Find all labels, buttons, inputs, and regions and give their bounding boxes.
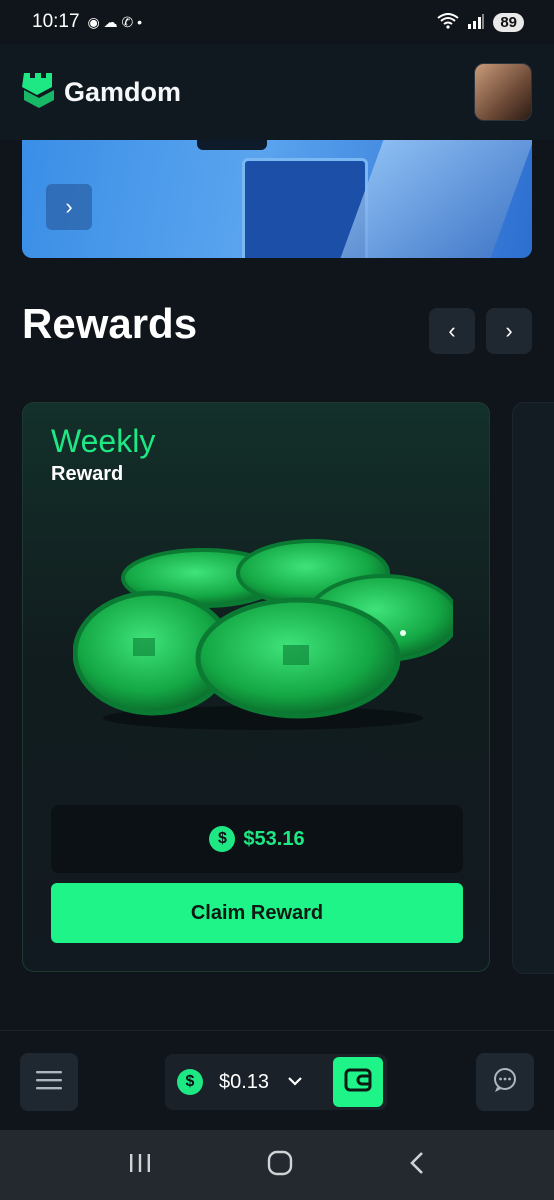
brand-name: Gamdom [64,76,182,107]
reward-amount-box: $ $53.16 [51,805,463,873]
brand[interactable]: Gamdom [22,71,181,114]
reward-subtitle: Reward [51,463,124,485]
wallet-icon [344,1067,372,1098]
chat-button[interactable] [476,1053,534,1111]
claim-reward-button[interactable]: Claim Reward [51,883,463,943]
chat-bubble-icon [492,1067,518,1098]
weekly-reward-card: Weekly Reward $ $53.16 Claim Reward [22,402,490,972]
chevron-down-icon[interactable] [287,1073,303,1091]
rewards-prev-button[interactable]: ‹ [429,308,475,354]
hamburger-icon [36,1070,62,1095]
dollar-icon: $ [177,1069,203,1095]
dollar-icon: $ [209,826,236,852]
next-reward-card-peek[interactable] [512,402,554,974]
coins-illustration [73,539,453,730]
signal-icon [467,13,485,32]
reward-period: Weekly [51,423,156,459]
promo-banner[interactable]: › [22,140,532,258]
notification-icons: ◉ ☁ ✆ • [87,13,143,30]
chevron-right-icon: › [65,194,73,219]
back-icon[interactable] [408,1151,426,1180]
bottom-bar: $ $0.13 [0,1030,554,1131]
avatar[interactable] [474,63,532,121]
status-right: 89 [437,12,524,32]
android-nav-bar [0,1130,554,1200]
chevron-left-icon: ‹ [448,318,456,343]
app-header: Gamdom [0,44,554,140]
balance-selector[interactable]: $ $0.13 [165,1054,387,1110]
banner-decoration [197,140,267,150]
home-icon[interactable] [267,1150,293,1181]
chevron-right-icon: › [505,318,513,343]
recent-apps-icon[interactable] [128,1152,152,1179]
rewards-title: Rewards [22,300,198,347]
banner-decoration-shape [340,140,532,258]
wifi-icon [437,12,459,32]
gamdom-castle-icon [22,71,54,114]
menu-button[interactable] [20,1053,78,1111]
wallet-button[interactable] [333,1057,383,1107]
rewards-next-button[interactable]: › [486,308,532,354]
reward-amount: $53.16 [243,827,305,850]
balance-amount: $0.13 [219,1070,270,1093]
status-bar: 10:17 ◉ ☁ ✆ • 89 [0,0,554,44]
status-time: 10:17 [32,11,80,32]
status-left: 10:17 ◉ ☁ ✆ • [32,11,142,33]
banner-next-button[interactable]: › [46,184,92,230]
battery-indicator: 89 [493,12,524,32]
